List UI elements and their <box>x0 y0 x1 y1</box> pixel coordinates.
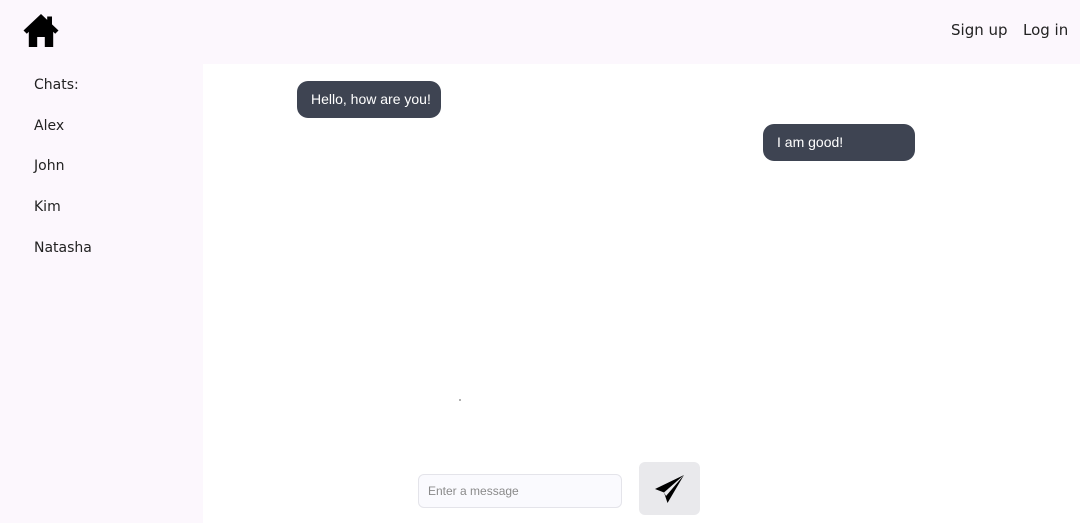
chat-item-natasha[interactable]: Natasha <box>34 239 92 257</box>
login-link[interactable]: Log in <box>1023 20 1068 40</box>
home-icon <box>22 12 60 50</box>
top-navbar: Sign up Log in <box>0 0 1080 64</box>
chat-item-kim[interactable]: Kim <box>34 198 61 216</box>
message-bubble-sent: I am good! <box>763 124 915 161</box>
message-input[interactable] <box>418 474 622 508</box>
chats-heading: Chats: <box>34 77 79 93</box>
chat-item-alex[interactable]: Alex <box>34 117 64 135</box>
paper-plane-icon <box>653 472 687 506</box>
stray-dot <box>459 399 461 401</box>
home-button[interactable] <box>22 12 60 50</box>
send-button[interactable] <box>639 462 700 515</box>
chat-sidebar: Chats: Alex John Kim Natasha <box>0 64 203 523</box>
message-bubble-received: Hello, how are you! <box>297 81 441 118</box>
chat-app: Sign up Log in Chats: Alex John Kim Nata… <box>0 0 1080 523</box>
chat-item-john[interactable]: John <box>34 157 64 175</box>
signup-link[interactable]: Sign up <box>951 20 1008 40</box>
conversation-panel: Hello, how are you! I am good! <box>203 64 1080 523</box>
